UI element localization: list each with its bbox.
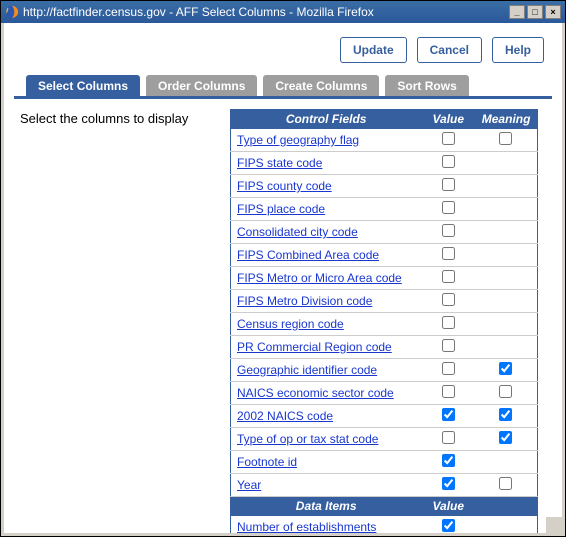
table-row: Footnote id <box>231 451 538 474</box>
value-checkbox-fips-place-code[interactable] <box>442 201 455 214</box>
help-button[interactable]: Help <box>492 37 544 63</box>
table-row: FIPS Combined Area code <box>231 244 538 267</box>
action-row: Update Cancel Help <box>14 31 552 75</box>
close-button[interactable]: × <box>545 5 561 19</box>
header-control-fields: Control Fields <box>231 110 422 129</box>
meaning-checkbox-geographic-identifier-code[interactable] <box>499 362 512 375</box>
tab-select-columns[interactable]: Select Columns <box>26 75 140 96</box>
field-link-pr-commercial-region-code[interactable]: PR Commercial Region code <box>237 340 392 354</box>
header-value: Value <box>422 110 475 129</box>
table-row: Consolidated city code <box>231 221 538 244</box>
table-row: FIPS Metro or Micro Area code <box>231 267 538 290</box>
field-link-type-of-op-or-tax-stat-code[interactable]: Type of op or tax stat code <box>237 432 378 446</box>
table-row: Number of establishments <box>231 516 538 537</box>
firefox-icon <box>5 5 19 19</box>
value-checkbox-fips-combined-area-code[interactable] <box>442 247 455 260</box>
table-row: FIPS state code <box>231 152 538 175</box>
value-checkbox-number-of-establishments[interactable] <box>442 519 455 532</box>
titlebar: http://factfinder.census.gov - AFF Selec… <box>1 1 565 23</box>
table-row: FIPS place code <box>231 198 538 221</box>
cancel-button[interactable]: Cancel <box>417 37 482 63</box>
window-title: http://factfinder.census.gov - AFF Selec… <box>23 5 509 19</box>
value-checkbox-type-of-geography-flag[interactable] <box>442 132 455 145</box>
value-checkbox-fips-county-code[interactable] <box>442 178 455 191</box>
table-row: NAICS economic sector code <box>231 382 538 405</box>
header-blank <box>475 497 538 516</box>
maximize-button[interactable]: □ <box>527 5 543 19</box>
tab-order-columns[interactable]: Order Columns <box>146 75 257 96</box>
field-link-number-of-establishments[interactable]: Number of establishments <box>237 520 376 534</box>
value-checkbox-census-region-code[interactable] <box>442 316 455 329</box>
instruction-text: Select the columns to display <box>20 109 210 536</box>
value-checkbox-pr-commercial-region-code[interactable] <box>442 339 455 352</box>
value-checkbox-fips-state-code[interactable] <box>442 155 455 168</box>
value-checkbox-consolidated-city-code[interactable] <box>442 224 455 237</box>
window-controls: _ □ × <box>509 5 561 19</box>
field-link-type-of-geography-flag[interactable]: Type of geography flag <box>237 133 359 147</box>
minimize-button[interactable]: _ <box>509 5 525 19</box>
field-link-fips-place-code[interactable]: FIPS place code <box>237 202 325 216</box>
header-value-2: Value <box>422 497 475 516</box>
field-link-census-region-code[interactable]: Census region code <box>237 317 344 331</box>
meaning-checkbox-type-of-geography-flag[interactable] <box>499 132 512 145</box>
value-checkbox-fips-metro-or-micro-area-code[interactable] <box>442 270 455 283</box>
value-checkbox-2002-naics-code[interactable] <box>442 408 455 421</box>
tab-sort-rows[interactable]: Sort Rows <box>385 75 468 96</box>
table-row: Type of geography flag <box>231 129 538 152</box>
header-meaning: Meaning <box>475 110 538 129</box>
tab-row: Select Columns Order Columns Create Colu… <box>14 75 552 99</box>
content-area: Update Cancel Help Select Columns Order … <box>1 23 565 536</box>
field-link-fips-metro-or-micro-area-code[interactable]: FIPS Metro or Micro Area code <box>237 271 402 285</box>
meaning-checkbox-type-of-op-or-tax-stat-code[interactable] <box>499 431 512 444</box>
field-link-2002-naics-code[interactable]: 2002 NAICS code <box>237 409 333 423</box>
table-row: Census region code <box>231 313 538 336</box>
table-row: Geographic identifier code <box>231 359 538 382</box>
value-checkbox-naics-economic-sector-code[interactable] <box>442 385 455 398</box>
field-link-consolidated-city-code[interactable]: Consolidated city code <box>237 225 358 239</box>
table-row: Type of op or tax stat code <box>231 428 538 451</box>
field-link-fips-state-code[interactable]: FIPS state code <box>237 156 322 170</box>
value-checkbox-fips-metro-division-code[interactable] <box>442 293 455 306</box>
table-row: 2002 NAICS code <box>231 405 538 428</box>
meaning-checkbox-year[interactable] <box>499 477 512 490</box>
meaning-checkbox-2002-naics-code[interactable] <box>499 408 512 421</box>
value-checkbox-year[interactable] <box>442 477 455 490</box>
columns-grid: Control Fields Value Meaning Type of geo… <box>230 109 540 536</box>
value-checkbox-geographic-identifier-code[interactable] <box>442 362 455 375</box>
field-link-footnote-id[interactable]: Footnote id <box>237 455 297 469</box>
field-link-year[interactable]: Year <box>237 478 261 492</box>
table-row: FIPS Metro Division code <box>231 290 538 313</box>
table-row: PR Commercial Region code <box>231 336 538 359</box>
tab-create-columns[interactable]: Create Columns <box>263 75 379 96</box>
meaning-checkbox-naics-economic-sector-code[interactable] <box>499 385 512 398</box>
field-link-naics-economic-sector-code[interactable]: NAICS economic sector code <box>237 386 394 400</box>
field-link-fips-county-code[interactable]: FIPS county code <box>237 179 332 193</box>
table-row: Year <box>231 474 538 497</box>
field-link-fips-metro-division-code[interactable]: FIPS Metro Division code <box>237 294 372 308</box>
table-row: FIPS county code <box>231 175 538 198</box>
value-checkbox-footnote-id[interactable] <box>442 454 455 467</box>
browser-window: http://factfinder.census.gov - AFF Selec… <box>0 0 566 537</box>
field-link-fips-combined-area-code[interactable]: FIPS Combined Area code <box>237 248 379 262</box>
resize-grip[interactable] <box>546 517 562 533</box>
header-data-items: Data Items <box>231 497 422 516</box>
update-button[interactable]: Update <box>340 37 407 63</box>
field-link-geographic-identifier-code[interactable]: Geographic identifier code <box>237 363 377 377</box>
value-checkbox-type-of-op-or-tax-stat-code[interactable] <box>442 431 455 444</box>
